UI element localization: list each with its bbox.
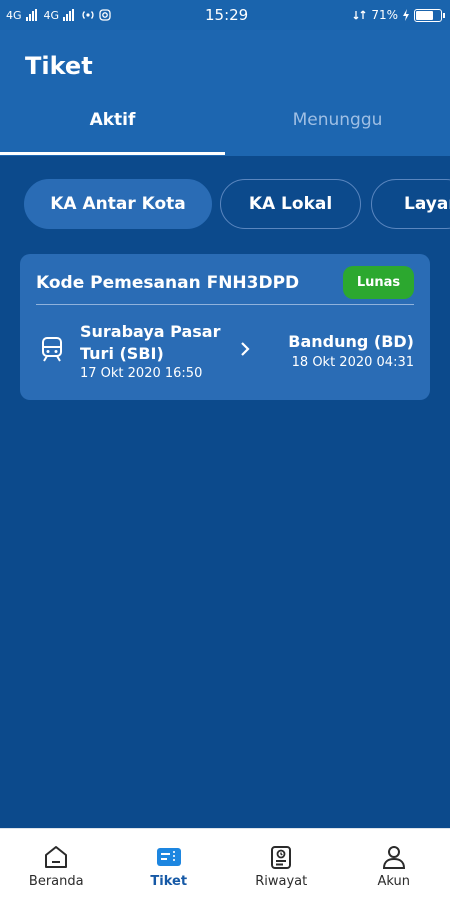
hotspot-icon (82, 11, 94, 19)
nav-riwayat[interactable]: Riwayat (225, 829, 338, 900)
battery-fill (416, 10, 434, 20)
nav-beranda[interactable]: Beranda (0, 829, 113, 900)
arrival-time: 18 Okt 2020 04:31 (291, 355, 414, 370)
user-icon (382, 846, 405, 869)
nav-akun[interactable]: Akun (338, 829, 450, 900)
status-left: 4G 4G (6, 9, 111, 22)
origin-station: Surabaya Pasar Turi (SBI) (80, 322, 221, 363)
filter-ka-antar-kota[interactable]: KA Antar Kota (24, 179, 212, 229)
booking-code: Kode Pemesanan FNH3DPD (36, 273, 300, 293)
train-icon (42, 337, 62, 362)
charging-icon (403, 9, 409, 21)
chevron-right-icon (241, 342, 250, 356)
signal-icon (63, 9, 75, 21)
page-title: Tiket (25, 52, 93, 80)
header: Tiket Aktif Menunggu (0, 30, 450, 156)
departure-time: 17 Okt 2020 16:50 (80, 366, 203, 381)
filter-ka-lokal[interactable]: KA Lokal (220, 179, 361, 229)
destination-station: Bandung (BD) (288, 332, 414, 351)
status-right: 71% (353, 8, 445, 22)
nav-label-riwayat: Riwayat (255, 874, 308, 889)
nav-label-tiket: Tiket (150, 874, 188, 889)
signal-icon (25, 9, 37, 21)
battery-percent: 71% (371, 8, 398, 22)
nav-label-akun: Akun (377, 874, 411, 889)
status-badge: Lunas (343, 266, 414, 299)
volte-icon (353, 10, 366, 20)
bottom-nav: Beranda Tiket Riwayat Akun (0, 828, 450, 900)
clock: 15:29 (205, 6, 249, 24)
card-divider (36, 304, 414, 305)
nav-label-beranda: Beranda (28, 874, 84, 889)
status-bar: 4G 4G 15:29 71% (0, 0, 450, 30)
home-icon (45, 846, 68, 868)
ticket-icon (156, 848, 181, 866)
history-icon (271, 846, 292, 869)
active-tab-indicator (0, 152, 225, 155)
tab-aktif[interactable]: Aktif (0, 110, 225, 130)
network-type-1: 4G (6, 8, 22, 22)
nav-tiket[interactable]: Tiket (113, 829, 226, 900)
battery-icon (414, 8, 445, 22)
ticket-card[interactable]: Kode Pemesanan FNH3DPD Lunas Surabaya Pa… (20, 254, 430, 400)
filter-layanan[interactable]: Layan (371, 179, 450, 229)
tab-menunggu[interactable]: Menunggu (225, 110, 450, 130)
network-type-2: 4G (43, 8, 60, 22)
instagram-icon (99, 9, 111, 21)
